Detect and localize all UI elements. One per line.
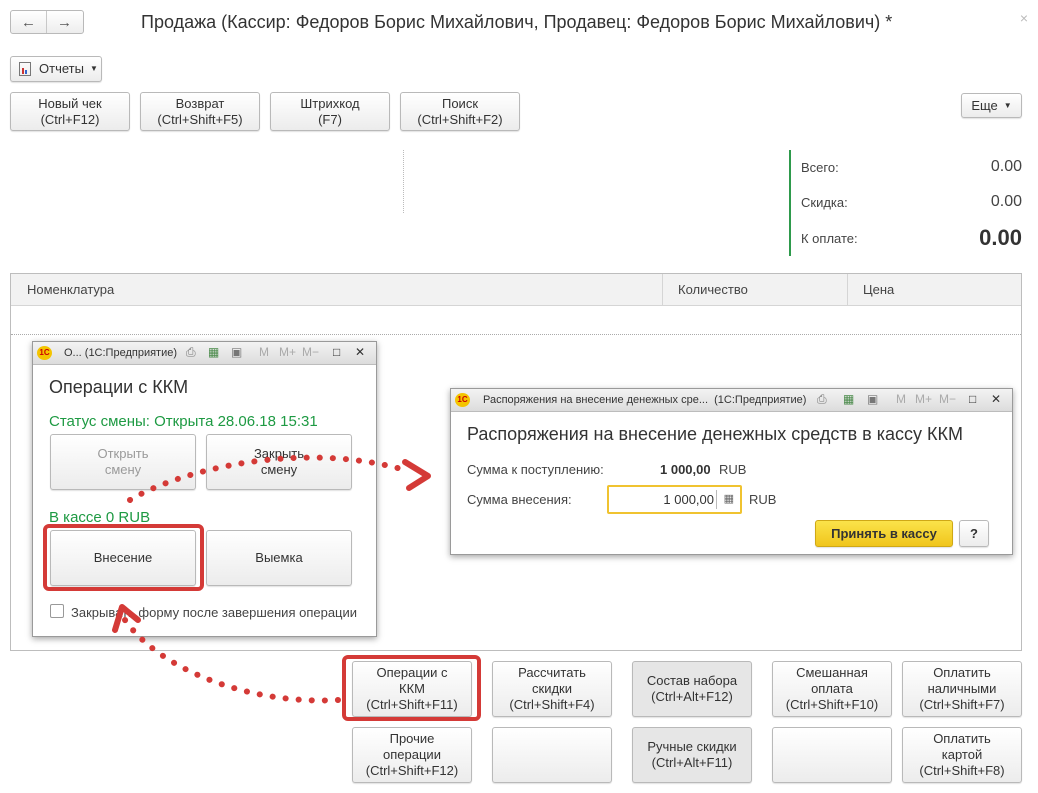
arrow-to-deposit-button	[122, 617, 341, 704]
arrow-to-deposit-window	[127, 454, 408, 503]
arrow-head-right-icon	[402, 459, 431, 491]
annotation-arrows	[112, 454, 431, 704]
